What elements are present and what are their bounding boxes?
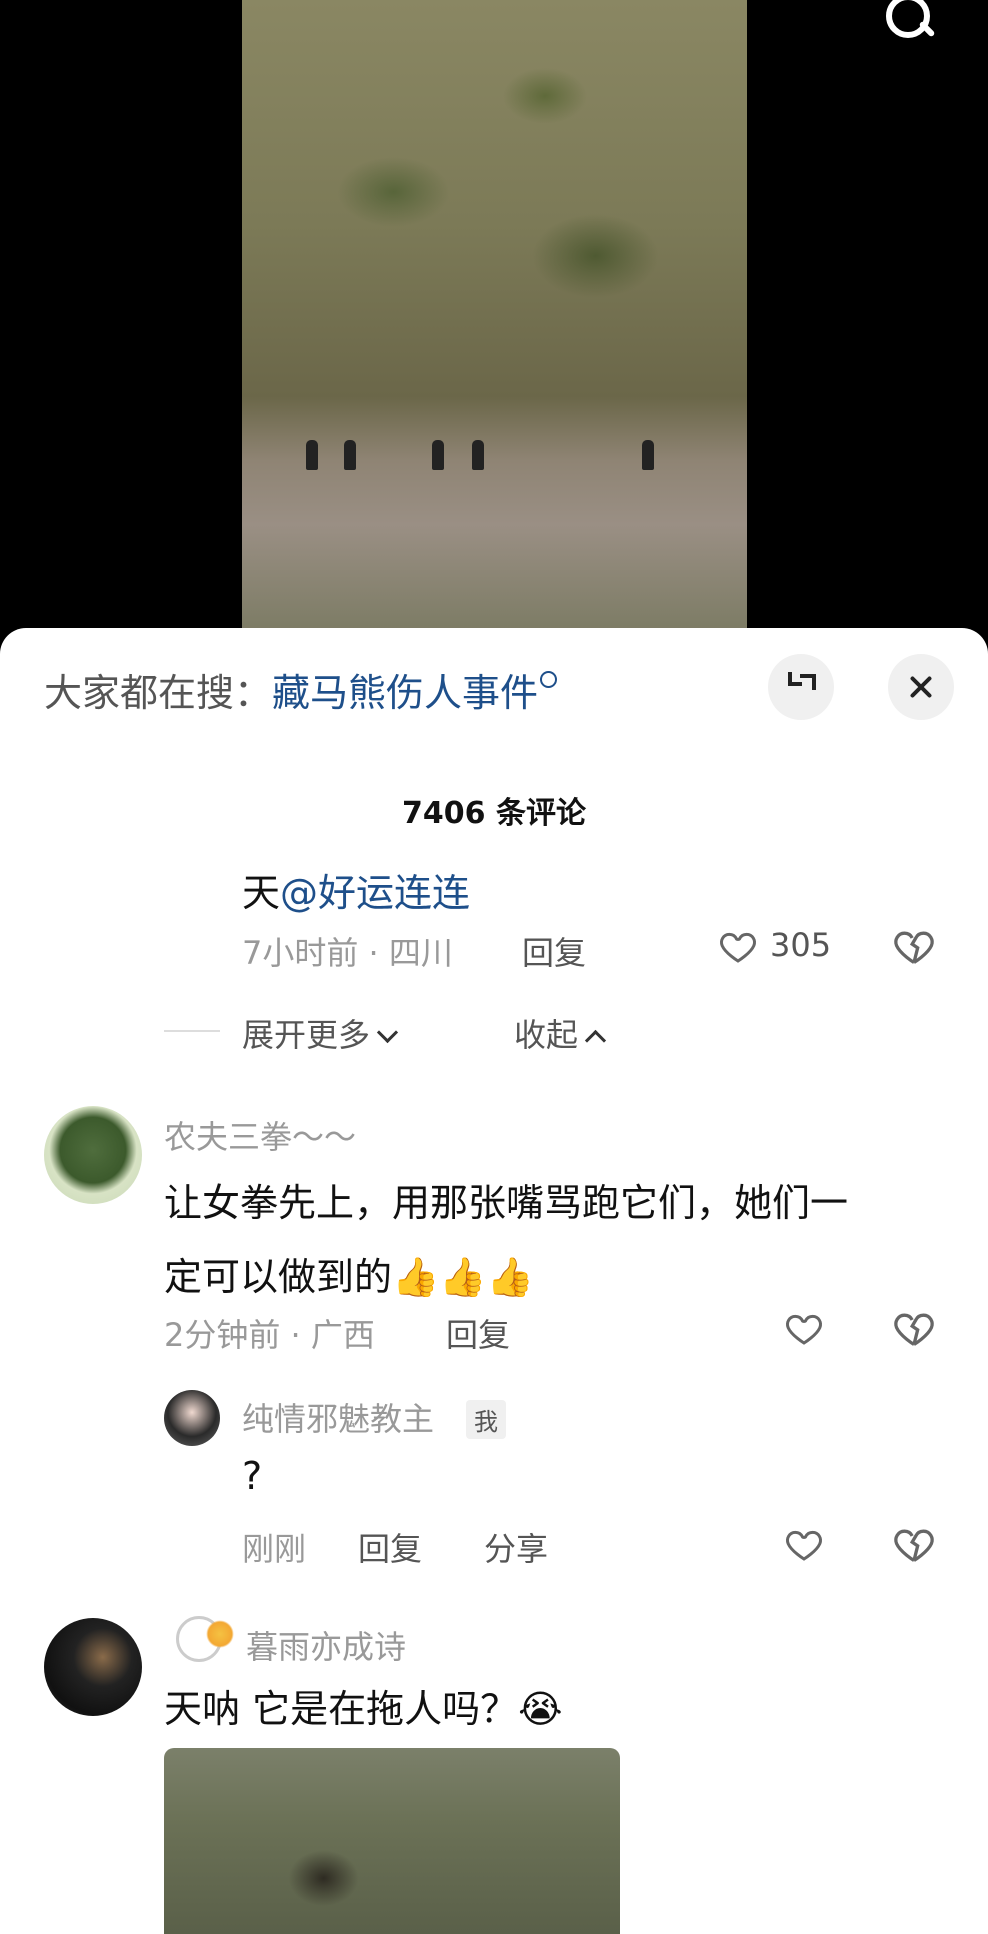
like-icon[interactable]	[784, 1524, 824, 1564]
crying-emoji: 😭	[518, 1687, 563, 1731]
person-figure	[472, 440, 484, 470]
dislike-icon[interactable]	[892, 1306, 936, 1350]
hot-search-bar[interactable]: 大家都在搜：藏马熊伤人事件	[44, 662, 558, 717]
video-player[interactable]	[0, 0, 988, 640]
like-icon[interactable]	[718, 926, 758, 966]
reply-button[interactable]: 回复	[358, 1524, 422, 1570]
thumbs-up-emoji: 👍👍👍	[392, 1255, 534, 1299]
expand-more-button[interactable]: 展开更多	[242, 1010, 399, 1056]
collapse-button[interactable]: 收起	[514, 1010, 607, 1056]
expand-more-label: 展开更多	[242, 1016, 371, 1054]
comment-text-line1: 让女拳先上，用那张嘴骂跑它们，她们一	[164, 1181, 849, 1225]
like-count: 305	[770, 926, 832, 964]
comment-sheet: 大家都在搜：藏马熊伤人事件 7406 条评论 天@好运连连 7小时前 · 四川 …	[0, 628, 988, 1934]
person-figure	[306, 440, 318, 470]
mention-link[interactable]: @好运连连	[280, 871, 470, 915]
comment-text-line2: 定可以做到的👍👍👍	[164, 1246, 534, 1301]
chevron-up-icon	[584, 1029, 607, 1052]
reply-meta: 7小时前 · 四川	[242, 934, 453, 972]
dislike-icon[interactable]	[892, 924, 936, 968]
close-button[interactable]	[888, 654, 954, 720]
search-icon[interactable]	[880, 0, 940, 50]
collapse-label: 收起	[514, 1016, 579, 1054]
hot-search-keyword[interactable]: 藏马熊伤人事件	[272, 671, 538, 715]
comment-username[interactable]: 暮雨亦成诗	[246, 1622, 406, 1668]
hot-search-prefix: 大家都在搜：	[44, 671, 273, 715]
avatar[interactable]	[44, 1106, 142, 1204]
fullscreen-button[interactable]	[768, 654, 834, 720]
comment-text: 定可以做到的	[164, 1255, 393, 1299]
dislike-icon[interactable]	[892, 1522, 936, 1566]
avatar[interactable]	[164, 1390, 220, 1446]
person-figure	[432, 440, 444, 470]
reply-text: ?	[242, 1454, 263, 1498]
comment-count: 7406 条评论	[402, 796, 586, 831]
search-small-icon	[540, 671, 558, 688]
reply-text: 天@好运连连	[242, 862, 470, 917]
reply-button[interactable]: 回复	[522, 928, 586, 974]
comment-username[interactable]: 农夫三拳～～	[164, 1112, 356, 1158]
chevron-down-icon	[376, 1021, 399, 1044]
share-button[interactable]: 分享	[484, 1524, 548, 1570]
reply-username[interactable]: 纯情邪魅教主	[242, 1394, 434, 1440]
sun-icon	[206, 1620, 234, 1648]
person-figure	[344, 440, 356, 470]
comment-text: 天呐 它是在拖人吗？😭	[164, 1678, 563, 1733]
comment-meta: 2分钟前 · 广西	[164, 1316, 375, 1354]
comment-text-body: 天呐 它是在拖人吗？	[164, 1687, 519, 1731]
video-frame	[242, 0, 747, 640]
avatar[interactable]	[44, 1618, 142, 1716]
reply-text-prefix: 天	[242, 871, 281, 915]
person-figure	[642, 440, 654, 470]
thread-divider	[164, 1030, 220, 1032]
video-people	[242, 440, 747, 500]
me-badge: 我	[466, 1400, 506, 1439]
reply-button[interactable]: 回复	[446, 1310, 510, 1356]
like-icon[interactable]	[784, 1308, 824, 1348]
expand-icon-part	[800, 674, 816, 690]
reply-time: 刚刚	[242, 1530, 307, 1568]
comment-image[interactable]	[164, 1748, 620, 1934]
